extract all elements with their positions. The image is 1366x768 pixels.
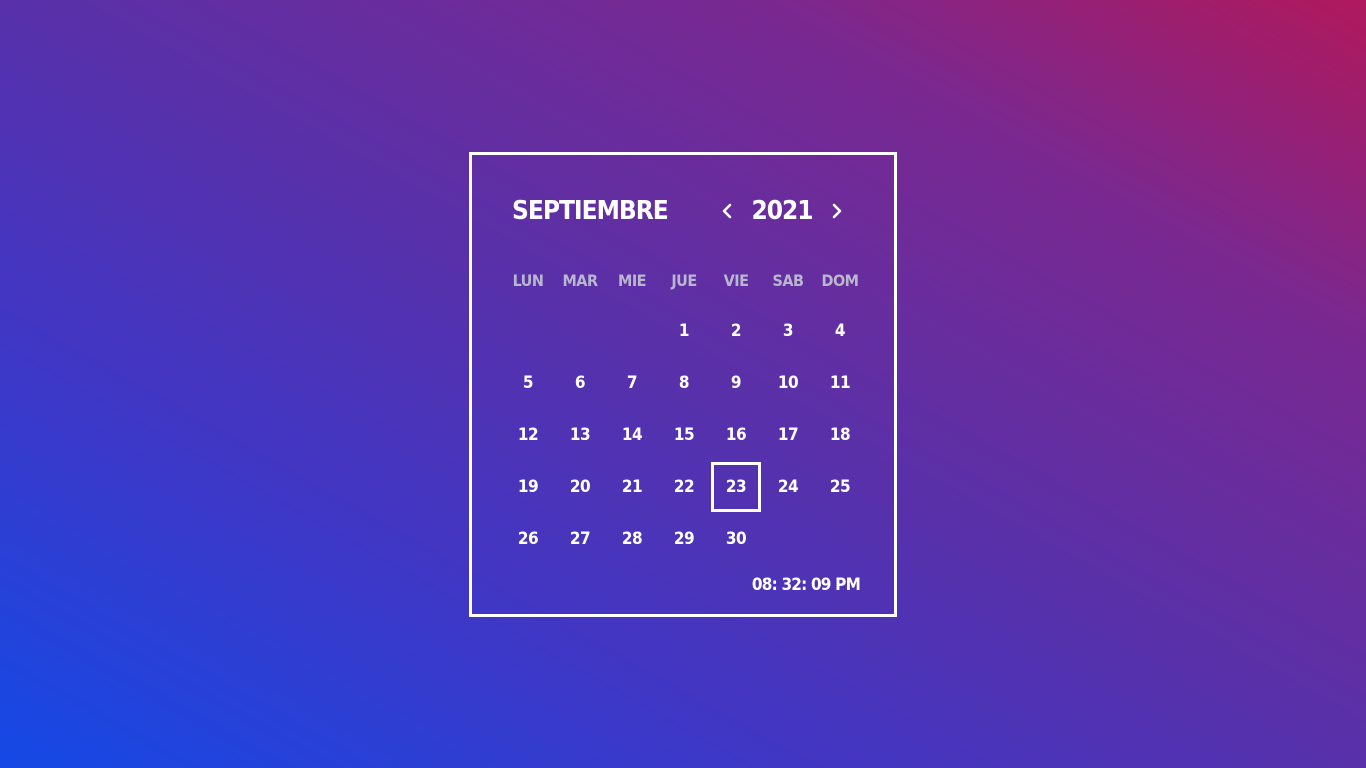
weekday-header: JUE (671, 270, 697, 290)
prev-year-button[interactable] (712, 193, 742, 229)
weekday-header: VIE (723, 270, 749, 290)
day-cell[interactable]: 4 (814, 305, 866, 357)
day-cell[interactable]: 14 (606, 409, 658, 461)
day-cell[interactable]: 7 (606, 357, 658, 409)
empty-day-cell (606, 305, 658, 357)
weekday-header: LUN (512, 270, 544, 290)
day-cell[interactable]: 11 (814, 357, 866, 409)
next-year-button[interactable] (822, 193, 852, 229)
weekday-header: SAB (772, 270, 804, 290)
day-cell[interactable]: 5 (502, 357, 554, 409)
weekday-header: DOM (821, 270, 859, 290)
day-cell[interactable]: 9 (710, 357, 762, 409)
year-navigation: 2021 (712, 193, 852, 229)
day-cell[interactable]: 1 (658, 305, 710, 357)
day-cell[interactable]: 22 (658, 461, 710, 513)
chevron-left-icon (722, 203, 732, 219)
day-cell[interactable]: 26 (502, 513, 554, 565)
day-cell[interactable]: 13 (554, 409, 606, 461)
day-cell[interactable]: 18 (814, 409, 866, 461)
calendar-grid: LUN MAR MIE JUE VIE SAB DOM 1 2 3 4 5 6 … (502, 255, 866, 565)
year-label: 2021 (751, 196, 813, 226)
empty-day-cell (502, 305, 554, 357)
month-title: SEPTIEMBRE (512, 196, 669, 226)
calendar-widget: SEPTIEMBRE 2021 LUN MAR MIE JUE VIE SAB … (469, 152, 897, 617)
selected-day-cell[interactable]: 23 (711, 462, 761, 512)
day-cell[interactable]: 28 (606, 513, 658, 565)
day-cell[interactable]: 12 (502, 409, 554, 461)
day-cell[interactable]: 30 (710, 513, 762, 565)
empty-day-cell (814, 513, 866, 565)
day-cell[interactable]: 25 (814, 461, 866, 513)
day-cell[interactable]: 24 (762, 461, 814, 513)
day-cell[interactable]: 16 (710, 409, 762, 461)
day-cell[interactable]: 21 (606, 461, 658, 513)
clock-display: 08: 32: 09 PM (751, 575, 861, 595)
day-cell[interactable]: 15 (658, 409, 710, 461)
empty-day-cell (762, 513, 814, 565)
day-cell[interactable]: 2 (710, 305, 762, 357)
day-cell[interactable]: 8 (658, 357, 710, 409)
day-cell[interactable]: 27 (554, 513, 606, 565)
chevron-right-icon (832, 203, 842, 219)
day-cell[interactable]: 20 (554, 461, 606, 513)
day-cell[interactable]: 3 (762, 305, 814, 357)
empty-day-cell (554, 305, 606, 357)
day-cell[interactable]: 6 (554, 357, 606, 409)
day-cell[interactable]: 29 (658, 513, 710, 565)
day-cell[interactable]: 17 (762, 409, 814, 461)
weekday-header: MAR (562, 270, 598, 290)
day-cell[interactable]: 19 (502, 461, 554, 513)
weekday-header: MIE (617, 270, 647, 290)
day-cell[interactable]: 10 (762, 357, 814, 409)
